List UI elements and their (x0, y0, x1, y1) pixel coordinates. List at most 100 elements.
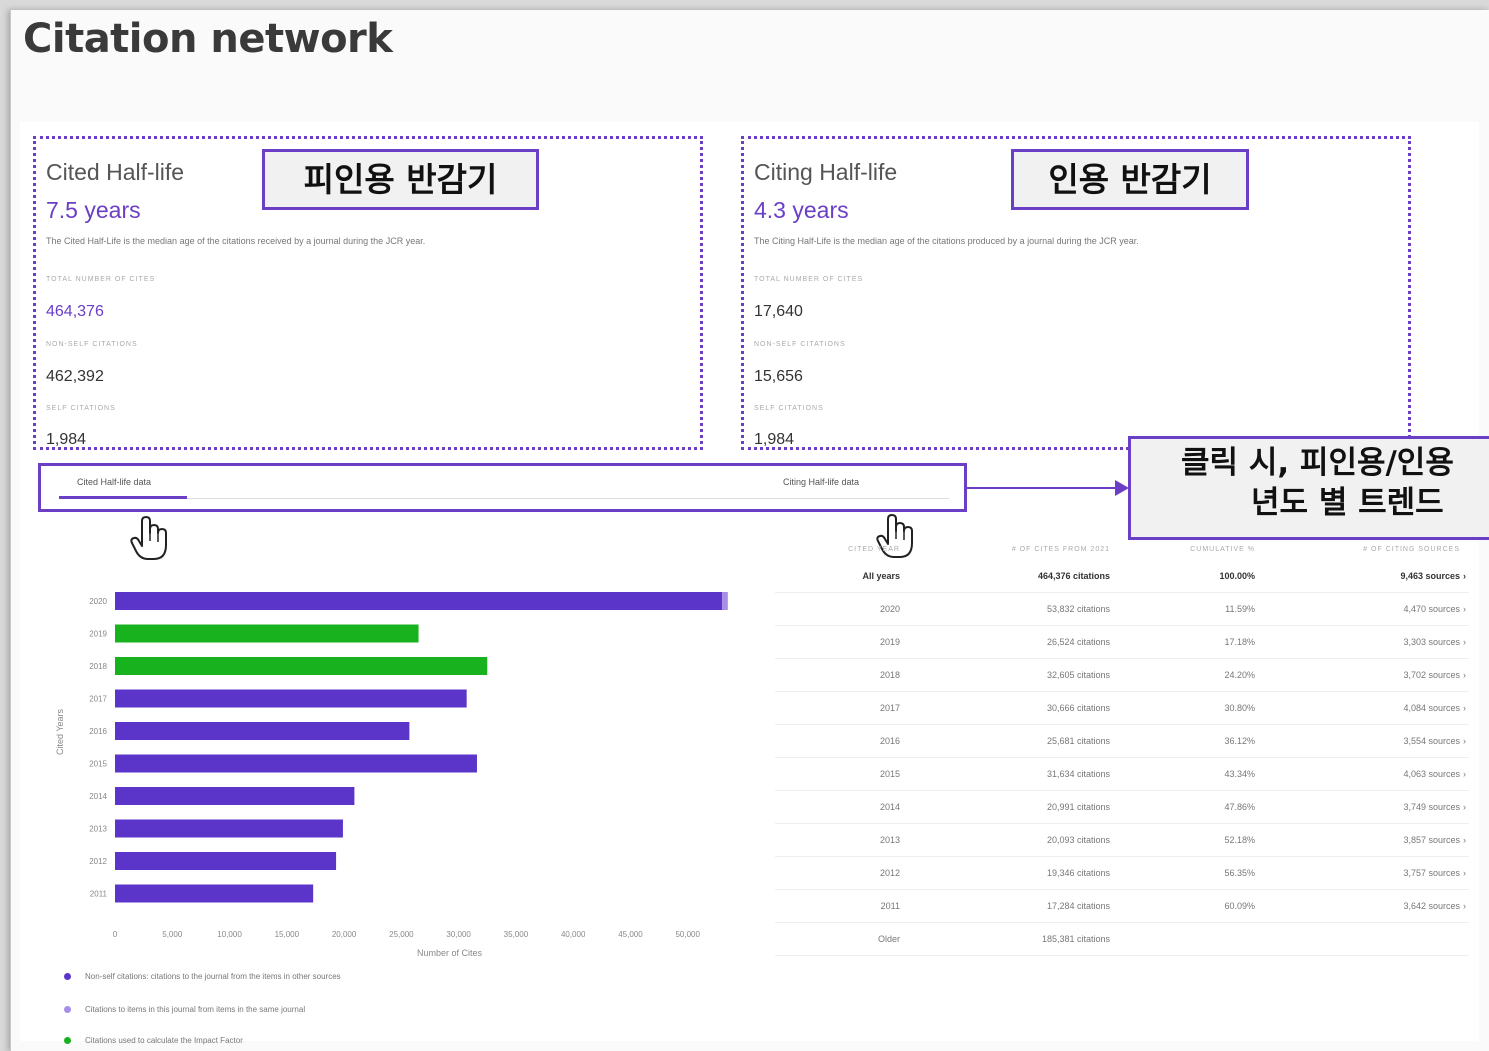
cell-cumulative: 100.00% (1219, 571, 1255, 581)
total-cites-label: TOTAL NUMBER OF CITES (754, 276, 864, 283)
citing-half-life-title: Citing Half-life (754, 159, 898, 185)
cell-year: 2016 (879, 736, 900, 746)
y-tick-label: 2020 (89, 597, 107, 606)
cell-cumulative: 60.09% (1224, 901, 1255, 911)
header-sources: # OF CITING SOURCES (1363, 546, 1460, 553)
non-self-citations-label: NON-SELF CITATIONS (46, 341, 138, 348)
bar-2020-series-1[interactable] (722, 592, 728, 610)
y-axis-label: Cited Years (55, 708, 65, 755)
cell-sources-link[interactable]: 3,702 sources (1335, 670, 1460, 680)
callout-arrow-line (967, 487, 1117, 489)
y-tick-label: 2017 (89, 695, 107, 704)
cell-citations: 32,605 citations (1046, 670, 1110, 680)
table-row: 2013 20,093 citations 52.18% 3,857 sources › (775, 824, 1469, 857)
cited-years-bar-chart: 2020 2019 2018 2017 2016 2015 2014 2013 2012 2011… (89, 592, 728, 939)
cell-sources-link[interactable]: 3,303 sources (1335, 637, 1460, 647)
citing-half-life-value: 4.3 years (754, 197, 849, 223)
cell-year: All years (862, 571, 900, 581)
cell-cumulative: 36.12% (1224, 736, 1255, 746)
y-tick-label: 2019 (89, 630, 107, 639)
x-tick-label: 35,000 (504, 930, 529, 939)
bar-2018-series-2[interactable] (115, 657, 488, 675)
self-citations-value: 1,984 (46, 431, 87, 448)
cell-year: 2012 (879, 868, 900, 878)
chevron-right-icon: › (1463, 769, 1466, 779)
cell-sources-link[interactable]: 4,470 sources (1335, 604, 1460, 614)
cell-citations: 19,346 citations (1046, 868, 1110, 878)
callout-arrow-head (1115, 480, 1129, 496)
y-tick-label: 2012 (89, 857, 107, 866)
cell-citations: 30,666 citations (1046, 703, 1110, 713)
total-cites-value[interactable]: 464,376 (46, 303, 104, 321)
legend-item-non-self: Non-self citations: citations to the jou… (64, 972, 341, 981)
cell-year: Older (877, 934, 900, 944)
non-self-citations-value: 15,656 (754, 368, 803, 385)
cell-citations: 26,524 citations (1046, 637, 1110, 647)
cell-cumulative: 11.59% (1225, 604, 1255, 614)
active-tab-indicator (59, 496, 187, 499)
half-life-tabs: Cited Half-life data Citing Half-life da… (38, 463, 967, 512)
cell-sources-link[interactable]: 3,554 sources (1335, 736, 1460, 746)
y-tick-label: 2018 (89, 662, 107, 671)
non-self-citations-value: 462,392 (46, 368, 104, 385)
bar-2020-series-0[interactable] (115, 592, 723, 610)
cell-sources-link[interactable]: 4,084 sources (1335, 703, 1460, 713)
tab-citing-half-life-data[interactable]: Citing Half-life data (783, 477, 859, 487)
y-tick-label: 2015 (89, 760, 107, 769)
self-citations-label: SELF CITATIONS (46, 405, 116, 412)
chevron-right-icon: › (1463, 670, 1466, 680)
chevron-right-icon: › (1463, 604, 1466, 614)
bar-2014-series-0[interactable] (115, 787, 355, 805)
cell-year: 2014 (879, 802, 900, 812)
cited-half-life-title: Cited Half-life (46, 159, 185, 185)
cell-year: 2015 (879, 769, 900, 779)
x-tick-label: 15,000 (275, 930, 300, 939)
bar-2013-series-0[interactable] (115, 819, 343, 838)
bar-2015-series-0[interactable] (115, 754, 477, 773)
cell-citations: 20,093 citations (1046, 835, 1110, 845)
cell-sources-link[interactable]: 3,857 sources (1335, 835, 1460, 845)
y-tick-label: 2014 (89, 792, 107, 801)
cell-sources-link[interactable]: 4,063 sources (1335, 769, 1460, 779)
legend-dot (64, 973, 71, 981)
cited-half-life-value: 7.5 years (46, 197, 141, 223)
header-cited-year: CITED YEAR (848, 546, 900, 553)
chevron-right-icon: › (1463, 868, 1466, 878)
callout-yearly-trend: 클릭 시, 피인용/인용 년도 별 트렌드 (1128, 436, 1489, 540)
bar-2016-series-0[interactable] (115, 722, 410, 740)
x-tick-label: 50,000 (675, 930, 700, 939)
callout-trend-line1: 클릭 시, 피인용/인용 (1181, 445, 1454, 481)
cell-year: 2020 (879, 604, 900, 614)
cell-cumulative: 47.86% (1224, 802, 1255, 812)
cell-sources-link[interactable]: 9,463 sources (1335, 571, 1460, 581)
cell-year: 2011 (880, 901, 900, 911)
x-tick-label: 30,000 (446, 930, 471, 939)
bar-2011-series-0[interactable] (115, 884, 314, 903)
cell-sources-link[interactable]: 3,749 sources (1335, 802, 1460, 812)
chevron-right-icon: › (1463, 835, 1466, 845)
cell-citations: 31,634 citations (1046, 769, 1110, 779)
table-row: All years 464,376 citations 100.00% 9,463 s… (775, 560, 1469, 593)
total-cites-value: 17,640 (754, 303, 803, 320)
bar-2019-series-2[interactable] (115, 624, 419, 643)
cell-sources-link[interactable]: 3,757 sources (1335, 868, 1460, 878)
cited-half-life-description: The Cited Half-Life is the median age of… (46, 236, 426, 246)
header-cumulative: CUMULATIVE % (1190, 546, 1255, 553)
cell-cumulative: 56.35% (1224, 868, 1255, 878)
table-row: 2015 31,634 citations 43.34% 4,063 sources › (775, 758, 1469, 791)
table-header: CITED YEAR # OF CITES FROM 2021 CUMULATI… (775, 540, 1469, 560)
legend-item-self: Citations to items in this journal from … (64, 1005, 305, 1014)
callout-trend-line2: 년도 별 트렌드 (1251, 485, 1444, 521)
tab-cited-half-life-data[interactable]: Cited Half-life data (77, 477, 151, 487)
chevron-right-icon: › (1463, 703, 1466, 713)
chevron-right-icon: › (1463, 571, 1466, 581)
cell-cumulative: 43.34% (1224, 769, 1255, 779)
cell-sources-link[interactable]: 3,642 sources (1335, 901, 1460, 911)
cell-cumulative: 52.18% (1224, 835, 1255, 845)
bar-2017-series-0[interactable] (115, 689, 467, 708)
tab-divider (59, 498, 949, 499)
cell-citations: 53,832 citations (1046, 604, 1110, 614)
bar-2012-series-0[interactable] (115, 852, 337, 870)
cell-cumulative: 24.20% (1224, 670, 1255, 680)
table-row: 2016 25,681 citations 36.12% 3,554 sources › (775, 725, 1469, 758)
